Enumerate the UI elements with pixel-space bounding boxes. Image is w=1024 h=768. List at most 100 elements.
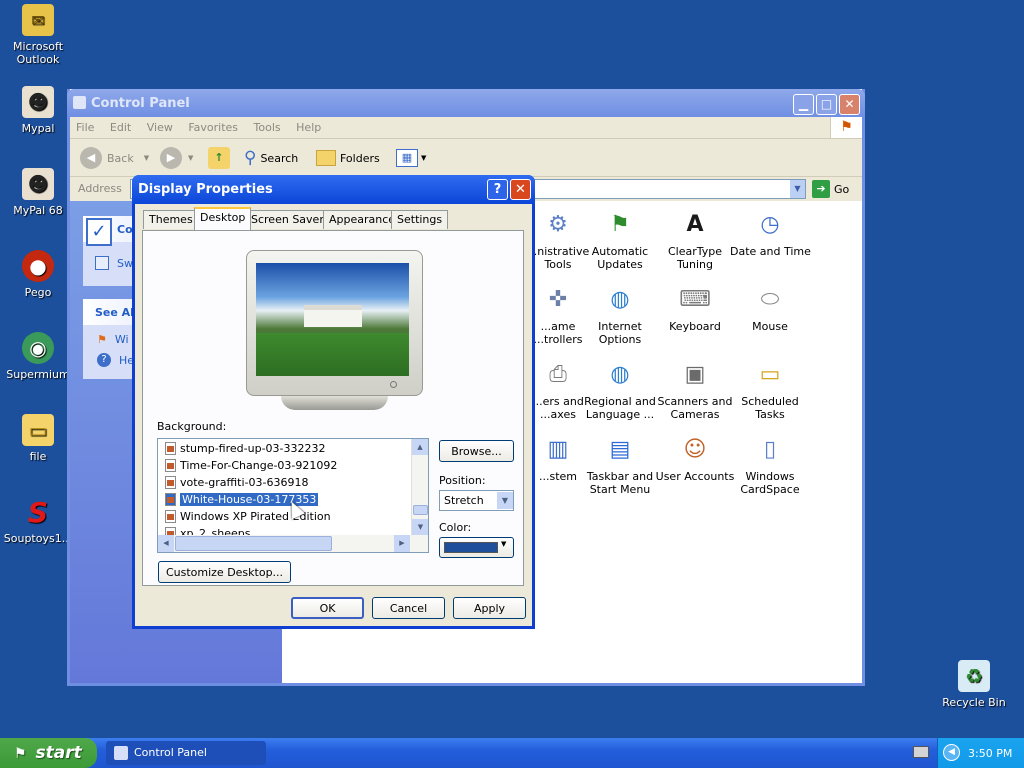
vertical-scrollbar[interactable]: ▲ ▼ — [411, 439, 428, 535]
scroll-right-button[interactable]: ▶ — [394, 535, 410, 552]
users-icon: ☺ — [683, 436, 707, 462]
switch-classic-view-link[interactable]: Sw — [95, 256, 133, 270]
views-button[interactable]: ▦ ▼ — [396, 147, 426, 169]
taskbar-button-control-panel[interactable]: Control Panel — [106, 741, 266, 765]
maximize-button[interactable]: □ — [816, 94, 837, 115]
folders-button[interactable]: Folders — [316, 147, 380, 169]
position-label: Position: — [439, 474, 486, 487]
keyboard-tray-icon[interactable] — [913, 746, 929, 758]
list-item[interactable]: vote-graffiti-03-636918 — [158, 473, 428, 490]
list-item[interactable]: stump-fired-up-03-332232 — [158, 439, 428, 456]
go-button[interactable]: ➔ Go — [812, 180, 849, 198]
cp-item-internet-options[interactable]: ◍ Internet Options — [580, 282, 660, 346]
ok-button[interactable]: OK — [291, 597, 364, 619]
tab-desktop[interactable]: Desktop — [194, 207, 252, 230]
desktop-icon-supermium[interactable]: ◉ Supermium — [0, 332, 76, 381]
help-link[interactable]: ? He — [97, 353, 134, 367]
scroll-left-button[interactable]: ◀ — [158, 535, 174, 552]
desktop-icon-label: file — [29, 450, 47, 463]
position-select[interactable]: Stretch ▼ — [439, 490, 514, 511]
desktop-icon-souptoys[interactable]: S Souptoys1... — [0, 496, 76, 545]
desktop-icon-pego[interactable]: ● Pego — [0, 250, 76, 299]
checkbox-icon: ✓ — [86, 218, 112, 246]
desktop-icon-recycle-bin[interactable]: ♻ Recycle Bin — [936, 660, 1012, 709]
cleartype-icon: A — [686, 211, 704, 237]
folders-label: Folders — [340, 151, 380, 165]
tray-expand-icon[interactable]: ◀ — [943, 744, 960, 761]
cp-item-windows-cardspace[interactable]: ▯ Windows CardSpace — [730, 432, 810, 496]
desktop-icon-outlook[interactable]: ✉ Microsoft Outlook — [0, 4, 76, 66]
list-item[interactable]: Time-For-Change-03-921092 — [158, 456, 428, 473]
dialog-titlebar[interactable]: Display Properties ? ✕ — [132, 175, 535, 204]
taskbar-button-label: Control Panel — [134, 746, 207, 759]
cp-item-regional-and-language[interactable]: ◍ Regional and Language ... — [580, 357, 660, 421]
lawn-graphic — [256, 333, 409, 376]
horizontal-scrollbar[interactable]: ◀ ▶ — [158, 535, 428, 552]
scroll-thumb[interactable] — [413, 505, 428, 515]
menu-file[interactable]: File — [70, 117, 100, 134]
scroll-up-button[interactable]: ▲ — [412, 439, 428, 455]
desktop-icon-mypal[interactable]: ☻ Mypal — [0, 86, 76, 135]
tab-settings[interactable]: Settings — [391, 210, 449, 229]
menu-edit[interactable]: Edit — [104, 117, 137, 134]
globe-icon: ◍ — [610, 286, 630, 312]
cp-item-user-accounts[interactable]: ☺ User Accounts — [655, 432, 735, 483]
menu-tools[interactable]: Tools — [248, 117, 287, 134]
start-button[interactable]: ⚑ start — [0, 738, 97, 768]
image-file-icon — [165, 476, 176, 489]
desktop-icon-mypal68[interactable]: ☻ MyPal 68 — [0, 168, 76, 217]
control-panel-titlebar[interactable]: Control Panel ▁ □ ✕ — [67, 89, 865, 117]
clock-icon: ◷ — [760, 211, 780, 237]
tab-appearance[interactable]: Appearance — [323, 210, 402, 229]
desktop-icon-label: Souptoys1... — [3, 532, 73, 545]
scroll-down-button[interactable]: ▼ — [412, 519, 428, 535]
color-swatch — [444, 542, 498, 553]
menu-favorites[interactable]: Favorites — [182, 117, 244, 134]
toolbar: ◀ Back ▼ ▶ ▼ ↑ ⚲ Search Folders ▦ ▼ — [70, 139, 862, 177]
cp-item-automatic-updates[interactable]: ⚑ Automatic Updates — [580, 207, 660, 271]
help-button[interactable]: ? — [487, 179, 508, 200]
browse-button[interactable]: Browse... — [439, 440, 514, 462]
monitor-preview — [246, 250, 425, 410]
customize-desktop-button[interactable]: Customize Desktop... — [158, 561, 291, 583]
forward-button[interactable]: ▶ ▼ — [160, 147, 193, 169]
display-properties-dialog[interactable]: Display Properties ? ✕ Themes Desktop Sc… — [132, 175, 535, 629]
desktop-icon-label: Microsoft Outlook — [12, 40, 64, 66]
search-button[interactable]: ⚲ Search — [244, 147, 298, 169]
scroll-thumb[interactable] — [175, 536, 332, 551]
monitor-power-icon — [390, 381, 397, 388]
desktop-icon-label: Supermium — [6, 368, 70, 381]
chevron-down-icon: ▼ — [501, 540, 507, 548]
clock[interactable]: 3:50 PM — [968, 747, 1012, 760]
cp-item-mouse[interactable]: ⬭ Mouse — [730, 282, 810, 333]
background-listbox[interactable]: stump-fired-up-03-332232 Time-For-Change… — [157, 438, 429, 553]
windows-update-link[interactable]: ⚑ Wi — [97, 333, 129, 346]
tab-screen-saver[interactable]: Screen Saver — [245, 210, 330, 229]
tab-themes[interactable]: Themes — [143, 210, 199, 229]
close-button[interactable]: ✕ — [510, 179, 531, 200]
address-label: Address — [78, 182, 122, 195]
control-panel-icon — [73, 96, 86, 109]
address-dropdown-button[interactable]: ▼ — [790, 180, 805, 198]
cp-item-keyboard[interactable]: ⌨ Keyboard — [655, 282, 735, 333]
cp-item-date-and-time[interactable]: ◷ Date and Time — [730, 207, 811, 258]
close-button[interactable]: ✕ — [839, 94, 860, 115]
menu-view[interactable]: View — [141, 117, 179, 134]
windows-logo-icon: ⚑ — [830, 117, 862, 138]
cp-item-scanners-and-cameras[interactable]: ▣ Scanners and Cameras — [655, 357, 735, 421]
cancel-button[interactable]: Cancel — [372, 597, 445, 619]
desktop-icon-file[interactable]: ▭ file — [0, 414, 76, 463]
color-picker-button[interactable]: ▼ — [439, 537, 514, 558]
cp-item-cleartype-tuning[interactable]: A ClearType Tuning — [655, 207, 735, 271]
up-folder-button[interactable]: ↑ — [208, 147, 230, 169]
cp-item-taskbar-and-start-menu[interactable]: ▤ Taskbar and Start Menu — [580, 432, 660, 496]
dialog-title: Display Properties — [138, 182, 273, 197]
cp-item-scheduled-tasks[interactable]: ▭ Scheduled Tasks — [730, 357, 810, 421]
windows-update-icon: ⚑ — [97, 333, 107, 346]
window-title: Control Panel — [91, 96, 190, 111]
supermium-icon: ◉ — [22, 332, 54, 364]
apply-button[interactable]: Apply — [453, 597, 526, 619]
minimize-button[interactable]: ▁ — [793, 94, 814, 115]
back-button[interactable]: ◀ Back ▼ — [80, 147, 149, 169]
menu-help[interactable]: Help — [290, 117, 327, 134]
